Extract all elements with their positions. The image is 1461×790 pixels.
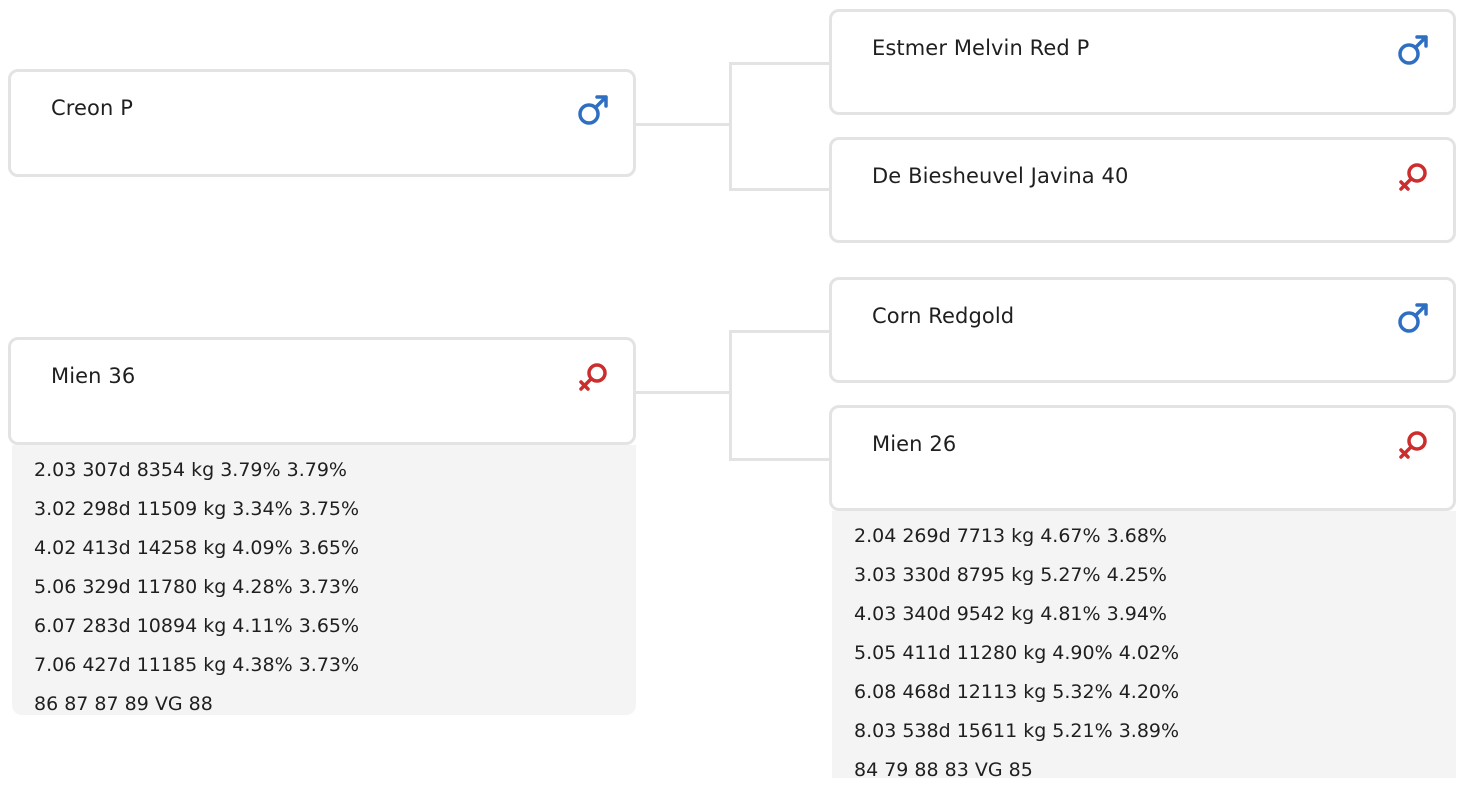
stats-row: 5.06 329d 11780 kg 4.28% 3.73% [34,576,360,598]
stats-row: 4.02 413d 14258 kg 4.09% 3.65% [34,537,360,559]
animal-name: Corn Redgold [872,304,1015,328]
connector-sire-stem [634,123,732,126]
connector-sire-top [729,62,831,65]
female-icon [1395,428,1431,464]
animal-card-dam[interactable]: Mien 36 [8,337,636,445]
animal-name: Creon P [51,96,133,120]
stats-row: 4.03 340d 9542 kg 4.81% 3.94% [854,603,1167,625]
connector-dam-bottom [729,458,831,461]
animal-name: Mien 36 [51,364,136,388]
animal-name: De Biesheuvel Javina 40 [872,164,1129,188]
animal-card-sire-dam[interactable]: De Biesheuvel Javina 40 [829,137,1456,243]
stats-row: 8.03 538d 15611 kg 5.21% 3.89% [854,720,1180,742]
female-icon [575,360,611,396]
male-icon [1395,300,1431,336]
male-icon [1395,32,1431,68]
stats-row: 6.07 283d 10894 kg 4.11% 3.65% [34,615,360,637]
connector-dam-vertical [729,330,732,461]
male-icon [575,92,611,128]
animal-card-sire[interactable]: Creon P [8,69,636,177]
female-icon [1395,160,1431,196]
stats-row: 3.03 330d 8795 kg 5.27% 4.25% [854,564,1167,586]
stats-row: 2.04 269d 7713 kg 4.67% 3.68% [854,525,1167,547]
connector-dam-stem [634,391,732,394]
stats-row: 5.05 411d 11280 kg 4.90% 4.02% [854,642,1180,664]
stats-row: 6.08 468d 12113 kg 5.32% 4.20% [854,681,1180,703]
animal-name: Mien 26 [872,432,957,456]
stats-row: 86 87 87 89 VG 88 [34,693,213,715]
lactation-stats-dam: 2.03 307d 8354 kg 3.79% 3.79% 3.02 298d … [12,445,636,715]
lactation-stats-dam-dam: 2.04 269d 7713 kg 4.67% 3.68% 3.03 330d … [832,511,1456,781]
connector-dam-top [729,330,831,333]
connector-sire-bottom [729,188,831,191]
animal-name: Estmer Melvin Red P [872,36,1090,60]
animal-card-dam-sire[interactable]: Corn Redgold [829,277,1456,383]
stats-row: 84 79 88 83 VG 85 [854,759,1033,781]
stats-row: 7.06 427d 11185 kg 4.38% 3.73% [34,654,360,676]
stats-row: 2.03 307d 8354 kg 3.79% 3.79% [34,459,347,481]
stats-row: 3.02 298d 11509 kg 3.34% 3.75% [34,498,360,520]
animal-card-dam-dam[interactable]: Mien 26 [829,405,1456,511]
animal-card-sire-sire[interactable]: Estmer Melvin Red P [829,9,1456,115]
connector-sire-vertical [729,62,732,191]
